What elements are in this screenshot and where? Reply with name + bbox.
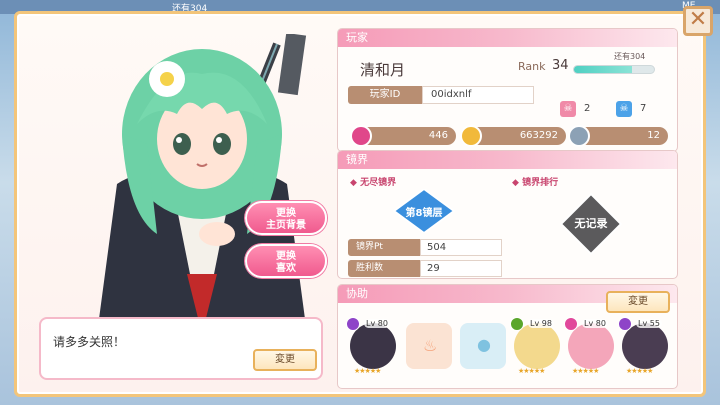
rank-progress-bar xyxy=(573,65,655,74)
assist-panel: 协助 変更 Lv 80 ★★★★★ ♨ ● Lv 98 ★★★★★ Lv 80 … xyxy=(337,284,678,389)
endless-mirror-label: ◆ 无尽镜界 xyxy=(350,178,397,188)
coin-icon xyxy=(460,125,482,147)
mirror-panel-header: 镜界 xyxy=(338,151,677,169)
mirror-ranking-label: ◆ 镜界排行 xyxy=(512,178,559,188)
skull-badge-count: 2 xyxy=(584,103,591,114)
speech-text: 请多多关照！ xyxy=(53,335,126,349)
player-id-label: 玩家ID xyxy=(348,86,422,104)
element-icon xyxy=(510,317,524,331)
assist-slot-4-stars: ★★★★★ xyxy=(518,367,545,375)
wins-value: 29 xyxy=(420,260,502,277)
skull-badge-icon: ☠ xyxy=(560,101,576,117)
player-panel-header: 玩家 xyxy=(338,29,677,47)
player-name: 清和月 xyxy=(360,61,406,79)
change-favorite-button[interactable]: 更换 喜欢 xyxy=(245,244,327,278)
mirror-pt-value: 504 xyxy=(420,239,502,256)
fire-icon: ♨ xyxy=(423,336,438,355)
assist-slot-water-empty[interactable]: ● xyxy=(460,323,506,369)
close-icon[interactable]: ✕ xyxy=(683,6,713,36)
gems-counter: 446 xyxy=(360,127,456,145)
character-illustration xyxy=(97,34,307,346)
rank-value: 34 xyxy=(552,58,569,73)
element-icon xyxy=(346,317,360,331)
player-panel: 玩家 清和月 Rank 34 还有304 玩家ID 00idxnlf ☠ 2 ☠… xyxy=(337,28,678,152)
mirror-pt-label: 镜界Pt xyxy=(348,239,420,256)
assist-slot-6-stars: ★★★★★ xyxy=(626,367,653,375)
assist-slot-5-stars: ★★★★★ xyxy=(572,367,599,375)
gem-icon xyxy=(350,125,372,147)
no-record-label: 无记录 xyxy=(574,217,608,230)
change-favorite-label: 更换 喜欢 xyxy=(276,251,296,274)
assist-slot-5[interactable]: Lv 80 ★★★★★ xyxy=(564,317,614,375)
change-home-background-button[interactable]: 更换 主页背景 xyxy=(245,201,327,235)
speech-box: 请多多关照！ 変更 xyxy=(39,317,323,380)
element-icon xyxy=(618,317,632,331)
assist-slot-1-stars: ★★★★★ xyxy=(354,367,381,375)
speech-change-button[interactable]: 変更 xyxy=(253,349,317,371)
assist-slot-5-level: Lv 80 xyxy=(582,319,608,328)
token-icon xyxy=(568,125,590,147)
floor-label: 第8镜层 xyxy=(405,208,443,219)
tokens-counter: 12 xyxy=(578,127,668,145)
element-icon xyxy=(564,317,578,331)
assist-slot-6-level: Lv 55 xyxy=(636,319,662,328)
rank-label: Rank xyxy=(518,60,546,73)
mirror-panel: 镜界 ◆ 无尽镜界 ◆ 镜界排行 第8镜层 无记录 镜界Pt 504 胜利数 2… xyxy=(337,150,678,279)
wins-label: 胜利数 xyxy=(348,260,420,277)
assist-change-button[interactable]: 変更 xyxy=(606,291,670,313)
blue-skull-badge-count: 7 xyxy=(640,103,647,114)
player-id-value: 00idxnlf xyxy=(422,86,534,104)
change-home-background-label: 更换 主页背景 xyxy=(266,208,306,231)
assist-slot-1[interactable]: Lv 80 ★★★★★ xyxy=(346,317,396,375)
blue-skull-badge-icon: ☠ xyxy=(616,101,632,117)
rank-remaining: 还有304 xyxy=(614,52,646,61)
profile-window: 更换 主页背景 更换 喜欢 请多多关照！ 変更 玩家 清和月 Rank 34 还… xyxy=(14,11,706,397)
assist-slot-1-level: Lv 80 xyxy=(364,319,390,328)
water-drop-icon: ● xyxy=(477,335,491,354)
coins-counter: 663292 xyxy=(470,127,566,145)
assist-slot-6[interactable]: Lv 55 ★★★★★ xyxy=(618,317,668,375)
assist-slot-fire-empty[interactable]: ♨ xyxy=(406,323,452,369)
assist-slot-4-level: Lv 98 xyxy=(528,319,554,328)
assist-slot-4[interactable]: Lv 98 ★★★★★ xyxy=(510,317,560,375)
rank-progress-fill xyxy=(574,66,632,73)
